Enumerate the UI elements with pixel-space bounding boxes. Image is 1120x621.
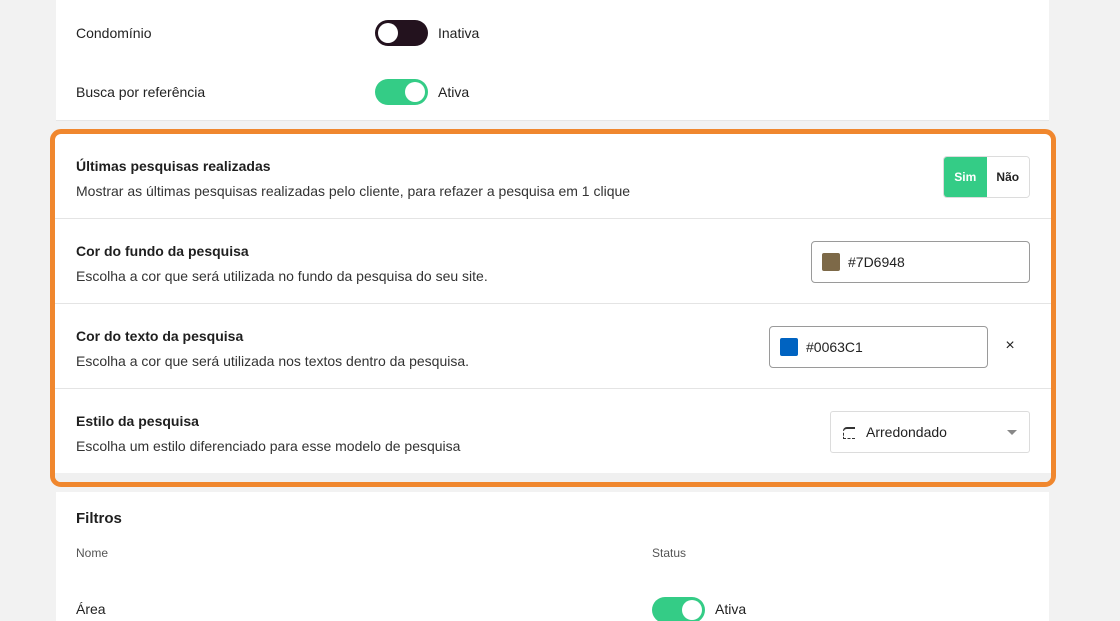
clear-color-icon[interactable]: × (1000, 336, 1020, 356)
card-bottom-strip (55, 473, 1051, 482)
last-searches-row: Últimas pesquisas realizadas Mostrar as … (55, 134, 1051, 219)
setting-title: Últimas pesquisas realizadas (76, 158, 271, 174)
setting-description: Escolha a cor que será utilizada no fund… (76, 268, 488, 284)
toggle-label: Busca por referência (76, 84, 206, 100)
condominio-toggle[interactable] (375, 20, 428, 46)
search-style-select[interactable]: Arredondado (830, 411, 1030, 453)
setting-title: Estilo da pesquisa (76, 413, 199, 429)
color-swatch[interactable] (822, 253, 840, 271)
setting-description: Escolha a cor que será utilizada nos tex… (76, 353, 470, 369)
column-header-name: Nome (76, 546, 109, 560)
toggle-knob (378, 23, 398, 43)
column-header-status: Status (652, 546, 687, 560)
color-value: #7D6948 (848, 254, 905, 270)
busca-referencia-toggle[interactable] (375, 79, 428, 105)
text-color-input[interactable]: #0063C1 (769, 326, 988, 368)
option-sim-button[interactable]: Sim (944, 157, 987, 197)
toggle-settings-card: Condomínio Inativa Busca por referência … (56, 0, 1049, 121)
filter-name: Área (76, 601, 106, 617)
toggle-knob (405, 82, 425, 102)
rounded-corner-icon (843, 427, 855, 439)
toggle-state: Ativa (438, 84, 470, 100)
filters-card: Filtros Nome Status Área Ativa (56, 492, 1049, 621)
area-filter-toggle[interactable] (652, 597, 705, 621)
setting-description: Mostrar as últimas pesquisas realizadas … (76, 183, 631, 199)
toggle-row-condominio: Condomínio Inativa (76, 20, 776, 46)
filter-state: Ativa (715, 601, 747, 617)
settings-page: Condomínio Inativa Busca por referência … (0, 0, 1120, 621)
toggle-label: Condomínio (76, 25, 152, 41)
setting-description: Escolha um estilo diferenciado para esse… (76, 438, 461, 454)
bg-color-row: Cor do fundo da pesquisa Escolha a cor q… (55, 219, 1051, 304)
search-style-row: Estilo da pesquisa Escolha um estilo dif… (55, 389, 1051, 474)
option-nao-button[interactable]: Não (986, 157, 1029, 197)
select-value: Arredondado (866, 424, 947, 440)
color-value: #0063C1 (806, 339, 863, 355)
chevron-down-icon (1007, 430, 1017, 435)
setting-title: Cor do fundo da pesquisa (76, 243, 249, 259)
search-appearance-card: Últimas pesquisas realizadas Mostrar as … (50, 129, 1056, 487)
toggle-row-busca-referencia: Busca por referência Ativa (76, 79, 776, 105)
filters-title: Filtros (76, 510, 122, 527)
color-swatch[interactable] (780, 338, 798, 356)
bg-color-input[interactable]: #7D6948 (811, 241, 1030, 283)
toggle-state: Inativa (438, 25, 480, 41)
text-color-row: Cor do texto da pesquisa Escolha a cor q… (55, 304, 1051, 389)
toggle-knob (682, 600, 702, 620)
last-searches-yes-no: Sim Não (943, 156, 1030, 198)
setting-title: Cor do texto da pesquisa (76, 328, 244, 344)
